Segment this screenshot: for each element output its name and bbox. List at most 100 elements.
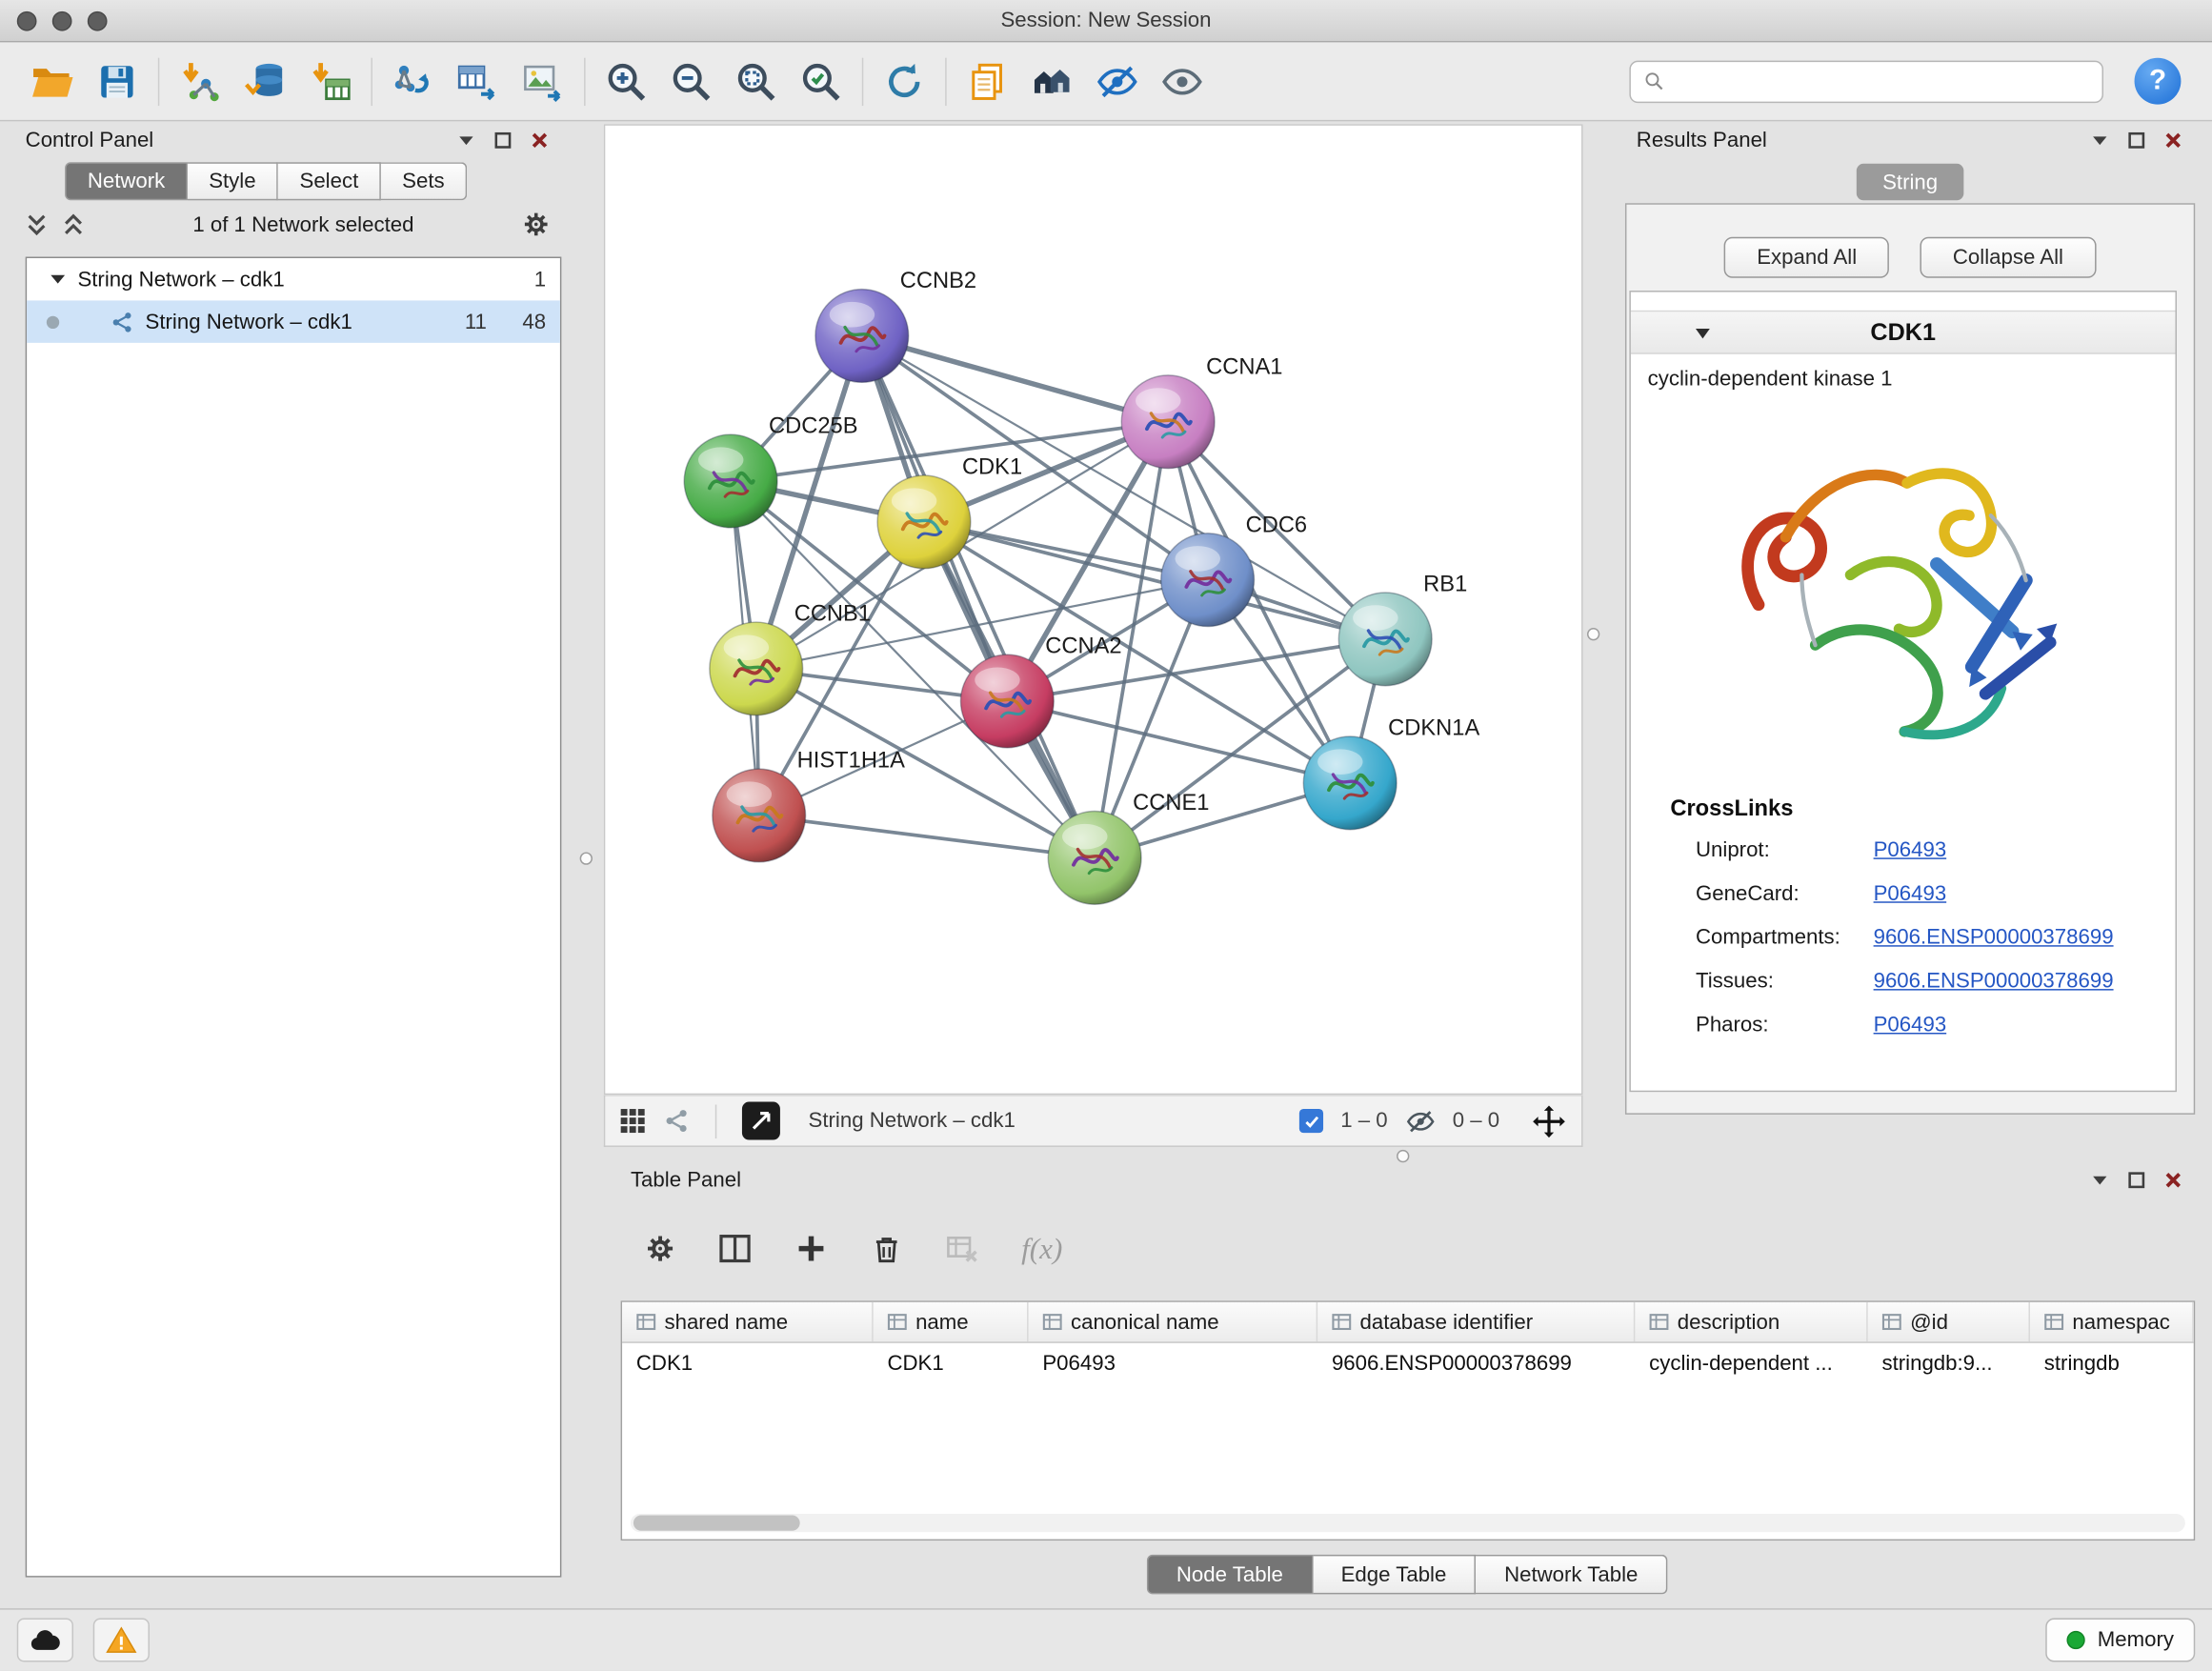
expander-icon[interactable] [50, 271, 67, 288]
search-input[interactable] [1675, 70, 2089, 92]
minimize-window-button[interactable] [52, 11, 72, 31]
panel-maximize-icon[interactable] [2126, 129, 2147, 150]
tree-row-network[interactable]: String Network – cdk1 11 48 [27, 300, 560, 342]
show-all-button[interactable] [1150, 50, 1215, 112]
zoom-selected-button[interactable] [789, 50, 854, 112]
panel-close-icon[interactable] [529, 129, 550, 150]
vertical-splitter-handle[interactable] [1587, 628, 1599, 640]
delete-column-trash-icon[interactable] [871, 1233, 903, 1265]
tab-network-table[interactable]: Network Table [1476, 1555, 1667, 1594]
network-node-RB1[interactable] [1338, 593, 1432, 686]
tab-edge-table[interactable]: Edge Table [1313, 1555, 1476, 1594]
network-node-CCNA2[interactable] [960, 654, 1054, 748]
collapse-all-icon[interactable] [26, 212, 49, 236]
export-network-button[interactable] [381, 50, 446, 112]
column-header[interactable]: @id [1868, 1302, 2030, 1341]
memory-button[interactable]: Memory [2045, 1619, 2195, 1662]
network-node-HIST1H1A[interactable] [713, 769, 806, 862]
expand-all-icon[interactable] [62, 212, 85, 236]
share-view-icon[interactable] [663, 1107, 690, 1134]
network-node-CDKN1A[interactable] [1303, 736, 1397, 830]
panel-maximize-icon[interactable] [2126, 1169, 2147, 1190]
tab-node-table[interactable]: Node Table [1147, 1555, 1313, 1594]
birdseye-navigator-button[interactable] [742, 1102, 780, 1140]
refresh-view-button[interactable] [872, 50, 936, 112]
column-header[interactable]: shared name [622, 1302, 874, 1341]
expand-all-button[interactable]: Expand All [1724, 237, 1889, 278]
export-table-button[interactable] [446, 50, 511, 112]
copy-button[interactable] [955, 50, 1020, 112]
table-cell[interactable]: stringdb [2030, 1351, 2194, 1375]
column-header[interactable]: name [874, 1302, 1029, 1341]
column-header[interactable]: namespac [2030, 1302, 2194, 1341]
panel-float-icon[interactable] [2089, 129, 2110, 150]
gene-section-header[interactable]: CDK1 [1631, 311, 2176, 354]
horizontal-splitter-handle[interactable] [1397, 1150, 1409, 1162]
zoom-in-button[interactable] [593, 50, 658, 112]
network-node-CCNB1[interactable] [710, 622, 803, 715]
grid-view-icon[interactable] [619, 1107, 646, 1134]
panel-float-icon[interactable] [2089, 1169, 2110, 1190]
crosslink-pharos-link[interactable]: P06493 [1874, 1013, 1947, 1037]
collapse-section-icon[interactable] [1693, 322, 1713, 342]
warnings-button[interactable] [93, 1619, 150, 1662]
table-row[interactable]: CDK1 CDK1 P06493 9606.ENSP00000378699 cy… [622, 1343, 2194, 1382]
open-folder-icon [30, 58, 74, 103]
collapse-all-button[interactable]: Collapse All [1920, 237, 2096, 278]
hide-selected-button[interactable] [1085, 50, 1150, 112]
column-header[interactable]: canonical name [1029, 1302, 1318, 1341]
pan-crosshair-icon[interactable] [1531, 1102, 1568, 1139]
import-network-button[interactable] [168, 50, 232, 112]
zoom-out-button[interactable] [659, 50, 724, 112]
tab-network[interactable]: Network [65, 162, 188, 200]
tree-row-collection[interactable]: String Network – cdk1 1 [27, 258, 560, 300]
network-node-CDC25B[interactable] [684, 434, 777, 528]
table-cell[interactable]: stringdb:9... [1868, 1351, 2030, 1375]
export-image-button[interactable] [511, 50, 575, 112]
table-cell[interactable]: CDK1 [874, 1351, 1029, 1375]
table-settings-gear-icon[interactable] [645, 1233, 676, 1264]
zoom-window-button[interactable] [88, 11, 108, 31]
column-header[interactable]: database identifier [1317, 1302, 1635, 1341]
table-cell[interactable]: CDK1 [622, 1351, 874, 1375]
zoom-fit-button[interactable] [724, 50, 789, 112]
table-cell[interactable]: 9606.ENSP00000378699 [1317, 1351, 1635, 1375]
tab-select[interactable]: Select [278, 162, 381, 200]
tab-style[interactable]: Style [188, 162, 278, 200]
network-canvas[interactable]: CCNB2CCNA1CDC25BCDK1CDC6RB1CCNB1CCNA2CDK… [605, 126, 1581, 1094]
import-table-button[interactable] [297, 50, 362, 112]
table-cell[interactable]: P06493 [1029, 1351, 1318, 1375]
import-network-database-button[interactable] [232, 50, 297, 112]
panel-close-icon[interactable] [2162, 1169, 2183, 1190]
vertical-splitter-handle[interactable] [580, 852, 593, 864]
open-session-button[interactable] [20, 50, 85, 112]
tab-sets[interactable]: Sets [381, 162, 467, 200]
table-cell[interactable]: cyclin-dependent ... [1635, 1351, 1867, 1375]
panel-float-icon[interactable] [455, 129, 476, 150]
help-button[interactable]: ? [2135, 58, 2182, 105]
crosslink-uniprot-link[interactable]: P06493 [1874, 838, 1947, 862]
crosslink-tissues-link[interactable]: 9606.ENSP00000378699 [1874, 969, 2114, 993]
network-node-CCNE1[interactable] [1048, 811, 1141, 904]
network-node-CCNA1[interactable] [1121, 375, 1215, 469]
crosslink-compartments-link[interactable]: 9606.ENSP00000378699 [1874, 925, 2114, 949]
network-node-CDK1[interactable] [877, 475, 971, 569]
selected-checkbox-icon[interactable] [1299, 1109, 1323, 1133]
panel-maximize-icon[interactable] [493, 129, 513, 150]
home-view-button[interactable] [1020, 50, 1085, 112]
cloud-status-button[interactable] [17, 1619, 73, 1662]
crosslink-genecard-link[interactable]: P06493 [1874, 882, 1947, 906]
network-node-CCNB2[interactable] [815, 290, 909, 383]
horizontal-scrollbar[interactable] [631, 1514, 2185, 1532]
scrollbar-thumb[interactable] [633, 1515, 800, 1530]
add-column-icon[interactable] [794, 1232, 829, 1266]
close-window-button[interactable] [17, 11, 37, 31]
show-columns-icon[interactable] [718, 1232, 753, 1266]
gear-icon[interactable] [522, 211, 551, 239]
column-header[interactable]: description [1635, 1302, 1867, 1341]
panel-close-icon[interactable] [2162, 129, 2183, 150]
results-tab-string[interactable]: String [1857, 164, 1964, 201]
save-session-button[interactable] [85, 50, 150, 112]
network-node-CDC6[interactable] [1161, 534, 1255, 627]
function-builder-icon[interactable]: f(x) [1021, 1231, 1062, 1266]
